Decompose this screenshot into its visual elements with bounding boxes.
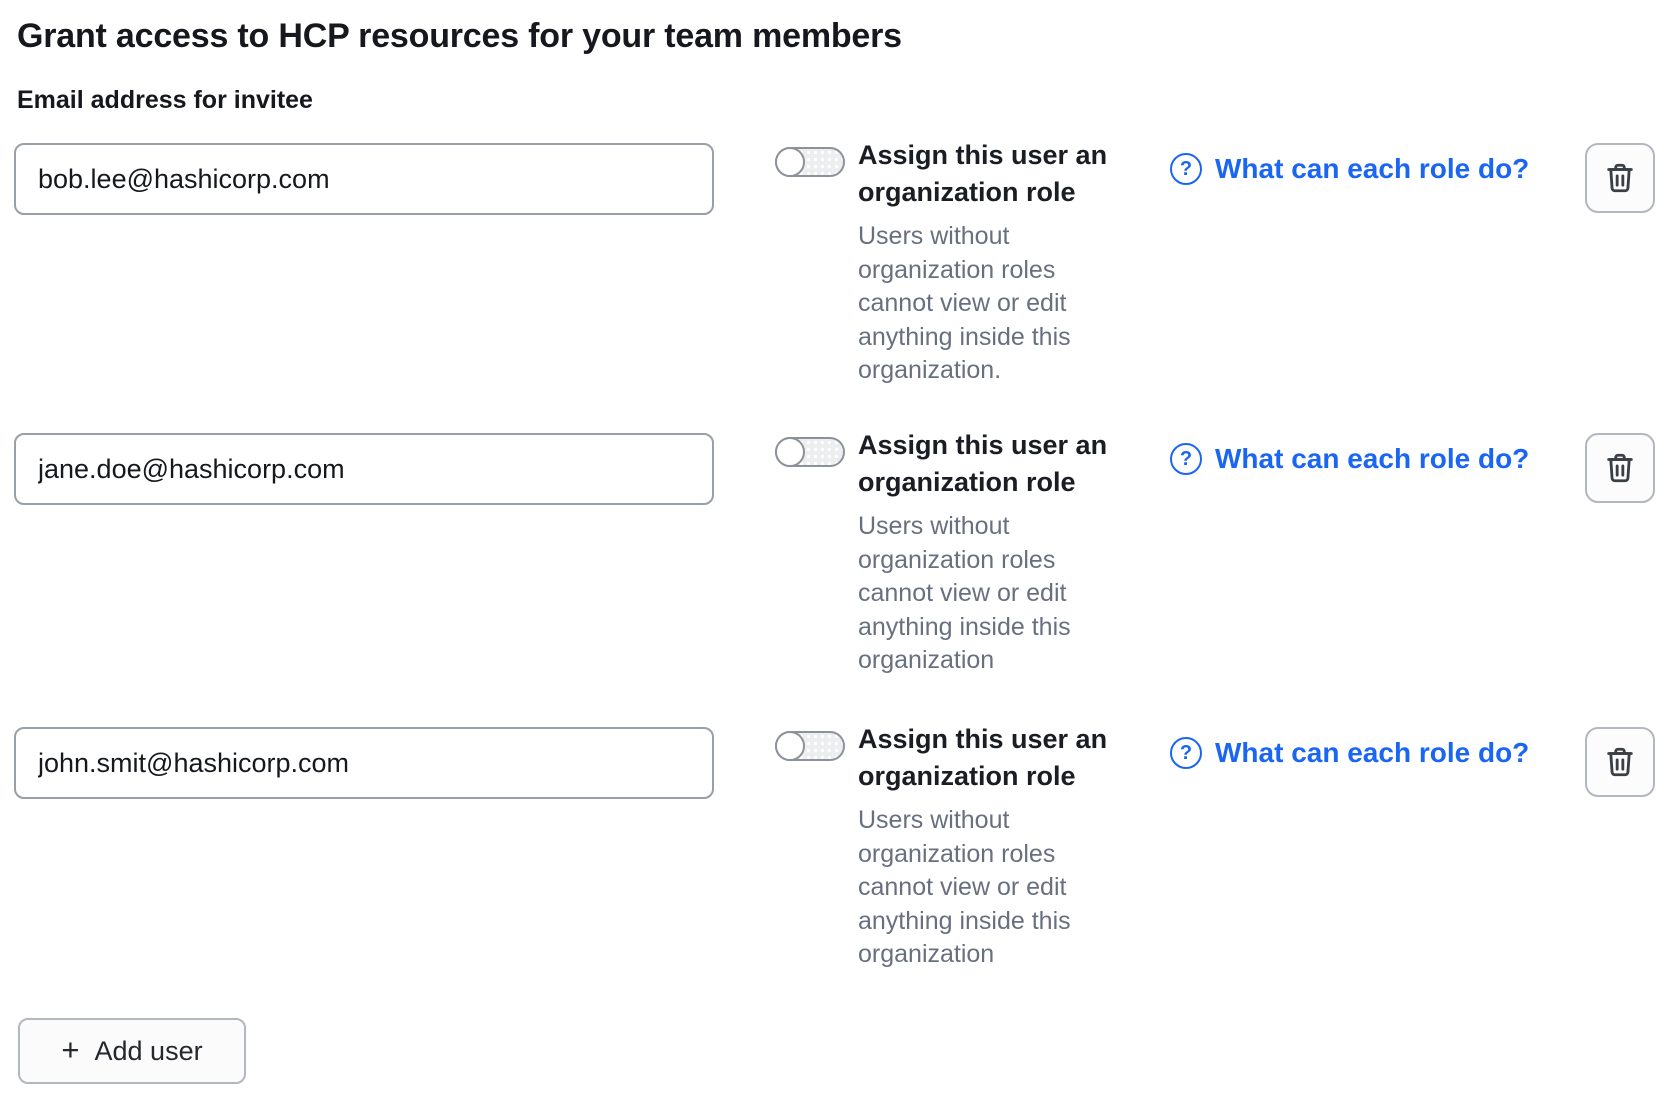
add-user-button[interactable]: + Add user: [18, 1018, 246, 1084]
invite-users-form: Grant access to HCP resources for your t…: [0, 0, 1672, 1106]
invitee-row: Assign this user an organization role Us…: [0, 139, 1672, 429]
role-info-link[interactable]: ? What can each role do?: [1170, 153, 1529, 185]
assign-role-text-block: Assign this user an organization role Us…: [858, 137, 1143, 388]
trash-icon: [1603, 451, 1637, 485]
question-mark-circle-icon: ?: [1170, 443, 1202, 475]
assign-role-label: Assign this user an organization role: [858, 427, 1143, 501]
assign-role-text-block: Assign this user an organization role Us…: [858, 721, 1143, 972]
email-input[interactable]: [14, 727, 714, 799]
delete-row-button[interactable]: [1585, 433, 1655, 503]
delete-row-button[interactable]: [1585, 727, 1655, 797]
plus-icon: +: [61, 1032, 79, 1068]
org-role-toggle[interactable]: [775, 147, 845, 177]
assign-role-label: Assign this user an organization role: [858, 137, 1143, 211]
question-mark-circle-icon: ?: [1170, 153, 1202, 185]
toggle-knob: [775, 147, 805, 177]
role-info-link-label: What can each role do?: [1215, 153, 1529, 185]
org-role-toggle[interactable]: [775, 731, 845, 761]
email-input[interactable]: [14, 433, 714, 505]
toggle-knob: [775, 731, 805, 761]
org-role-toggle[interactable]: [775, 437, 845, 467]
role-info-link-label: What can each role do?: [1215, 737, 1529, 769]
role-helper-text: Users without organization roles cannot …: [858, 510, 1143, 678]
role-info-link-label: What can each role do?: [1215, 443, 1529, 475]
role-info-link[interactable]: ? What can each role do?: [1170, 737, 1529, 769]
role-helper-text: Users without organization roles cannot …: [858, 220, 1143, 388]
role-info-link[interactable]: ? What can each role do?: [1170, 443, 1529, 475]
email-input[interactable]: [14, 143, 714, 215]
invitee-row: Assign this user an organization role Us…: [0, 723, 1672, 1013]
invitee-row: Assign this user an organization role Us…: [0, 429, 1672, 719]
toggle-knob: [775, 437, 805, 467]
email-address-label: Email address for invitee: [17, 84, 313, 116]
trash-icon: [1603, 161, 1637, 195]
assign-role-text-block: Assign this user an organization role Us…: [858, 427, 1143, 678]
question-mark-circle-icon: ?: [1170, 737, 1202, 769]
role-helper-text: Users without organization roles cannot …: [858, 804, 1143, 972]
trash-icon: [1603, 745, 1637, 779]
assign-role-label: Assign this user an organization role: [858, 721, 1143, 795]
page-title: Grant access to HCP resources for your t…: [17, 14, 902, 58]
delete-row-button[interactable]: [1585, 143, 1655, 213]
add-user-label: Add user: [95, 1036, 203, 1067]
